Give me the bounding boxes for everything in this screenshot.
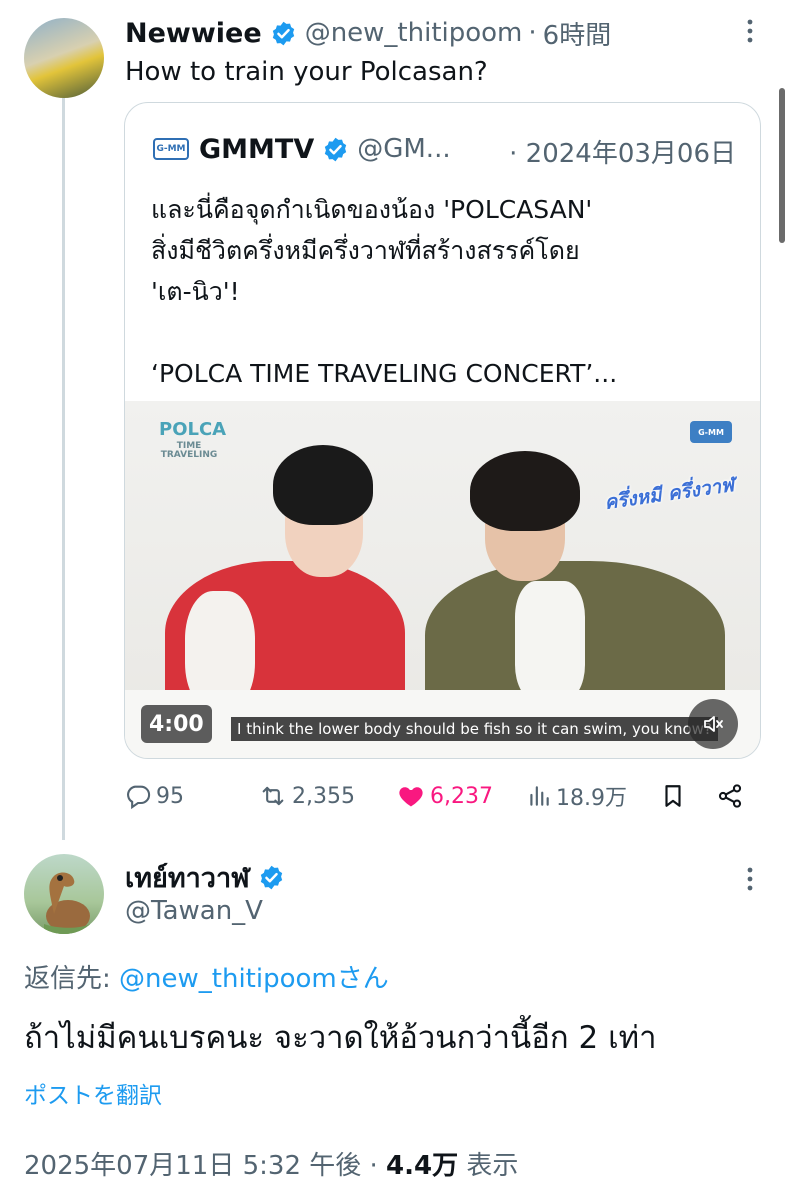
more-options-icon[interactable] — [745, 866, 755, 897]
view-count: 4.4万 — [386, 1151, 459, 1181]
post-timestamp[interactable]: 2025年07月11日 5:32 午後 · — [24, 1151, 386, 1181]
reply-to-label: 返信先: — [24, 964, 120, 994]
quoted-text-line: และนี่คือจุดกำเนิดของน้อง 'POLCASAN' — [151, 195, 593, 224]
separator-dot: · — [528, 18, 537, 48]
mute-button[interactable] — [688, 699, 738, 749]
scrollbar[interactable] — [779, 88, 785, 243]
like-button[interactable]: 6,237 — [396, 778, 493, 814]
bookmark-button[interactable] — [660, 778, 690, 814]
dinosaur-avatar-image — [44, 872, 90, 934]
reply-context: 返信先: @new_thitipoomさん — [24, 958, 389, 995]
person-right-hair — [470, 451, 580, 531]
share-button[interactable] — [716, 778, 748, 814]
repost-button[interactable]: 2,355 — [258, 778, 355, 814]
polca-logo-text: POLCA — [159, 419, 227, 440]
repost-count: 2,355 — [292, 783, 355, 809]
views-button[interactable]: 18.9万 — [526, 778, 627, 814]
post-header: เทย์ทาวาฬ — [125, 858, 293, 896]
author-name[interactable]: เทย์ทาวาฬ — [125, 856, 250, 899]
analytics-bars-icon — [530, 786, 549, 806]
thread-connector-line — [62, 98, 65, 840]
post-header: Newwiee @new_thitipoom · 6時間 — [125, 14, 611, 52]
views-label: 表示 — [458, 1151, 519, 1181]
heart-filled-icon — [399, 787, 423, 807]
reply-button[interactable]: 95 — [124, 778, 184, 814]
quoted-text-line — [151, 312, 617, 353]
bookmark-icon — [665, 785, 681, 807]
verified-badge-icon — [270, 20, 297, 47]
gmmtv-watermark: G-MM — [690, 421, 732, 443]
views-count: 18.9万 — [556, 786, 627, 811]
avatar[interactable] — [24, 18, 104, 98]
quoted-text-line: สิ่งมีชีวิตครึ่งหมีครึ่งวาฬที่สร้างสรรค์… — [151, 236, 580, 265]
post-text: How to train your Polcasan? — [125, 57, 488, 87]
quoted-post-date: · 2024年03月06日 — [509, 139, 736, 169]
video-duration-badge: 4:00 — [141, 705, 212, 743]
post-time[interactable]: 6時間 — [543, 15, 612, 52]
quoted-post-header: G-MM GMMTV @GM... — [153, 129, 451, 169]
reply-to-handle-link[interactable]: @new_thitipoomさん — [119, 964, 389, 994]
avatar[interactable] — [24, 854, 104, 934]
person-left-hair — [273, 445, 373, 525]
reply-icon — [127, 785, 151, 810]
translate-post-link[interactable]: ポストを翻訳 — [24, 1076, 162, 1110]
share-nodes-icon — [718, 784, 742, 808]
author-handle[interactable]: @new_thitipoom — [305, 18, 523, 48]
volume-muted-icon — [704, 716, 723, 732]
repost-icon — [262, 786, 284, 806]
video-player[interactable]: POLCA TIME TRAVELING G-MM ครึ่งหมี ครึ่ง… — [125, 401, 760, 758]
post-metadata: 2025年07月11日 5:32 午後 · 4.4万 表示 — [24, 1145, 518, 1182]
more-options-icon[interactable] — [745, 18, 755, 49]
post-text: ถ้าไม่มีคนเบรคนะ จะวาดให้อ้วนกว่านี้อีก … — [24, 1020, 657, 1056]
quoted-author-handle: @GM... — [357, 134, 451, 164]
quoted-text-line: ‘POLCA TIME TRAVELING CONCERT’... — [151, 359, 618, 388]
person-right-shirt — [515, 581, 585, 701]
video-subtitle: I think the lower body should be fish so… — [231, 717, 718, 741]
action-bar: 95 2,355 6,237 18.9万 — [124, 778, 754, 814]
polca-logo: POLCA TIME TRAVELING — [159, 421, 226, 461]
author-name[interactable]: Newwiee — [125, 18, 262, 49]
like-count: 6,237 — [430, 783, 493, 809]
quoted-post-text: และนี่คือจุดกำเนิดของน้อง 'POLCASAN' สิ่… — [151, 189, 617, 394]
reply-count: 95 — [156, 783, 184, 809]
gmmtv-avatar: G-MM — [153, 138, 189, 160]
polca-logo-subtext: TIME TRAVELING — [160, 441, 218, 460]
verified-badge-icon — [322, 136, 349, 163]
quoted-text-line: 'เต-นิว'! — [151, 277, 240, 306]
quoted-author-name: GMMTV — [199, 133, 315, 165]
quoted-post-card[interactable]: G-MM GMMTV @GM... · 2024年03月06日 และนี่คื… — [124, 102, 761, 759]
verified-badge-icon — [258, 864, 285, 891]
video-overlay-caption: ครึ่งหมี ครึ่งวาฬ — [602, 474, 735, 514]
author-handle[interactable]: @Tawan_V — [125, 896, 263, 926]
